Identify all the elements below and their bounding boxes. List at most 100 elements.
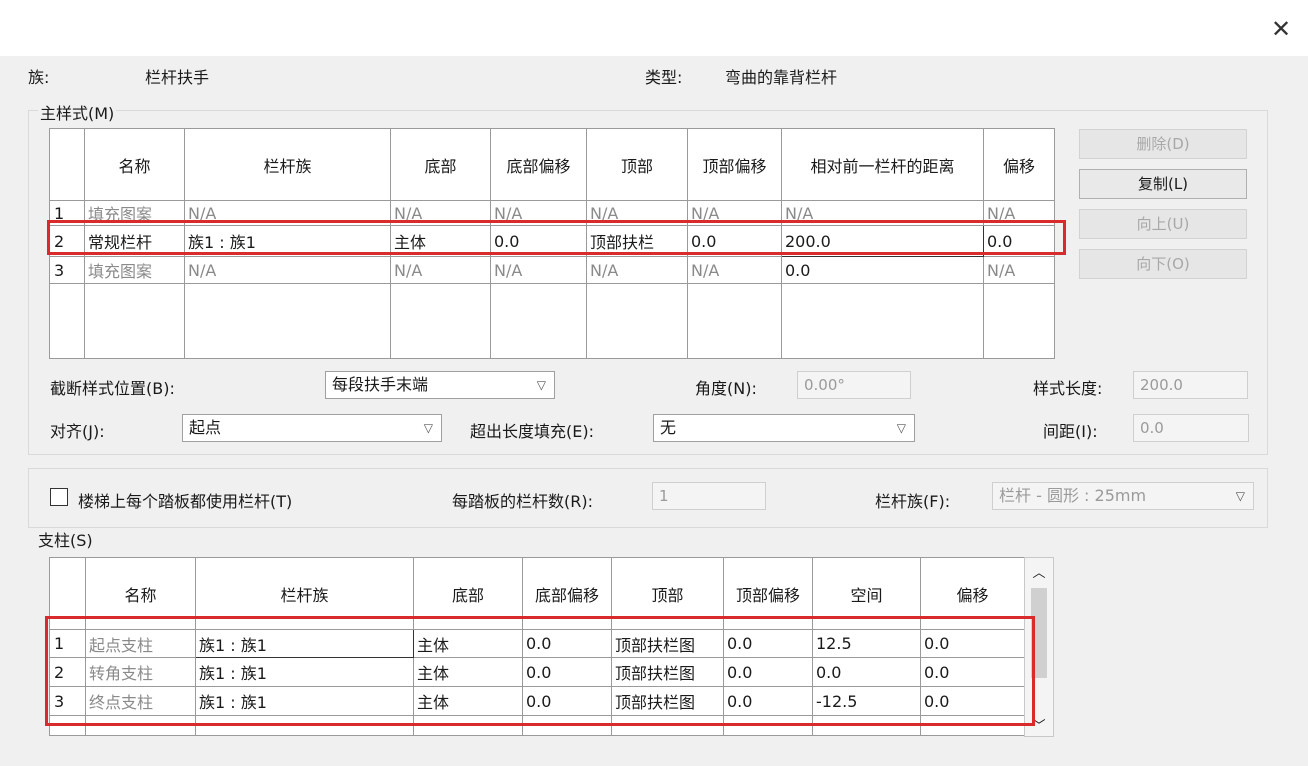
table-row[interactable]: 2 常规栏杆 族1 : 族1 主体 0.0 顶部扶栏 0.0 200.0 0.0 [49,225,1055,257]
column-header[interactable]: 顶部偏移 [723,557,813,630]
cell-bottom-offset[interactable]: 0.0 [522,629,612,658]
column-header[interactable]: 顶部 [611,557,724,630]
cell-bottom-offset[interactable]: 0.0 [522,657,612,687]
cell-name[interactable]: 填充图案 [84,200,185,226]
cell-top[interactable]: 顶部扶栏 [586,225,688,257]
cell-top[interactable]: N/A [586,256,688,284]
column-header[interactable]: 栏杆族 [184,128,391,201]
table-row[interactable]: 1 起点支柱 族1 : 族1 主体 0.0 顶部扶栏图 0.0 12.5 0.0 [49,629,1025,658]
chevron-down-icon: ▽ [896,421,906,435]
cell-offset[interactable]: 0.0 [983,225,1055,257]
cell-family[interactable]: N/A [184,256,391,284]
column-header[interactable]: 空间 [812,557,921,630]
cell-offset[interactable]: 0.0 [920,657,1025,687]
pattern-length-field[interactable]: 200.0 [1133,371,1248,399]
posts-scrollbar[interactable]: ︿ ﹀ [1024,557,1054,737]
cell-bottom-offset[interactable]: 0.0 [490,225,587,257]
table-header-row: 名称 栏杆族 底部 底部偏移 顶部 顶部偏移 空间 偏移 [49,557,1025,630]
per-tread-count-field[interactable]: 1 [652,482,766,510]
cell-family[interactable]: 族1 : 族1 [195,686,414,716]
row-number: 1 [49,629,86,658]
column-header[interactable]: 偏移 [983,128,1055,201]
cell-bottom[interactable]: 主体 [413,629,523,658]
scrollbar-thumb[interactable] [1031,588,1047,678]
cell-space[interactable]: 0.0 [812,657,921,687]
cell-bottom-offset[interactable]: 0.0 [522,686,612,716]
cell-name[interactable]: 常规栏杆 [84,225,185,257]
cell-top-offset[interactable]: 0.0 [687,225,782,257]
cell-distance[interactable]: N/A [781,200,984,226]
column-header[interactable]: 偏移 [920,557,1025,630]
cell-family[interactable]: N/A [184,200,391,226]
cell-top[interactable]: 顶部扶栏图 [611,657,724,687]
cell-family[interactable]: 族1 : 族1 [195,657,414,687]
per-tread-count-label: 每踏板的栏杆数(R): [452,492,593,511]
cell-family[interactable]: 族1 : 族1 [184,225,391,257]
per-tread-family-select[interactable]: 栏杆 - 圆形 : 25mm ▽ [992,482,1254,510]
cell-distance[interactable]: 200.0 [781,225,984,257]
column-header[interactable]: 顶部偏移 [687,128,782,201]
chevron-down-icon[interactable]: ﹀ [1025,715,1053,734]
cell-space[interactable]: -12.5 [812,686,921,716]
cell-offset[interactable]: N/A [983,200,1055,226]
cell-bottom-offset[interactable]: N/A [490,200,587,226]
cell-family[interactable]: 族1 : 族1 [195,629,414,658]
break-pattern-select[interactable]: 每段扶手末端 ▽ [325,371,555,399]
table-row[interactable]: 3 填充图案 N/A N/A N/A N/A N/A 0.0 N/A [49,256,1055,284]
cell-bottom[interactable]: N/A [390,200,491,226]
cell-offset[interactable]: 0.0 [920,629,1025,658]
table-row[interactable]: 1 填充图案 N/A N/A N/A N/A N/A N/A N/A [49,200,1055,226]
delete-button[interactable]: 删除(D) [1079,129,1247,159]
column-header[interactable]: 顶部 [586,128,688,201]
spacing-field[interactable]: 0.0 [1133,414,1249,442]
type-label: 类型: [645,68,683,87]
cell-offset[interactable]: 0.0 [920,686,1025,716]
column-header[interactable]: 底部偏移 [522,557,612,630]
spacing-label: 间距(I): [1043,422,1098,441]
cell-top[interactable]: 顶部扶栏图 [611,686,724,716]
excess-fill-select[interactable]: 无 ▽ [653,414,915,442]
column-header[interactable]: 相对前一栏杆的距离 [781,128,984,201]
column-header[interactable]: 栏杆族 [195,557,414,630]
cell-bottom[interactable]: 主体 [413,657,523,687]
cell-name[interactable]: 填充图案 [84,256,185,284]
posts-table: 名称 栏杆族 底部 底部偏移 顶部 顶部偏移 空间 偏移 1 起点支柱 族1 :… [49,557,1025,736]
move-down-button[interactable]: 向下(O) [1079,249,1247,279]
empty-table-row [49,715,1025,736]
cell-top-offset[interactable]: 0.0 [723,629,813,658]
column-header[interactable]: 底部偏移 [490,128,587,201]
cell-bottom[interactable]: 主体 [413,686,523,716]
table-row[interactable]: 3 终点支柱 族1 : 族1 主体 0.0 顶部扶栏图 0.0 -12.5 0.… [49,686,1025,716]
cell-top-offset[interactable]: 0.0 [723,686,813,716]
cell-bottom[interactable]: N/A [390,256,491,284]
cell-top-offset[interactable]: N/A [687,200,782,226]
column-header[interactable]: 底部 [390,128,491,201]
column-header[interactable]: 底部 [413,557,523,630]
cell-top[interactable]: 顶部扶栏图 [611,629,724,658]
table-row[interactable]: 2 转角支柱 族1 : 族1 主体 0.0 顶部扶栏图 0.0 0.0 0.0 [49,657,1025,687]
copy-button[interactable]: 复制(L) [1079,169,1247,199]
justify-label: 对齐(J): [50,422,105,441]
cell-name[interactable]: 起点支柱 [85,629,196,658]
cell-top-offset[interactable]: 0.0 [723,657,813,687]
cell-space[interactable]: 12.5 [812,629,921,658]
justify-select[interactable]: 起点 ▽ [182,414,442,442]
chevron-up-icon[interactable]: ︿ [1025,562,1053,581]
cell-top[interactable]: N/A [586,200,688,226]
main-pattern-label: 主样式(M) [38,100,117,124]
move-up-button[interactable]: 向上(U) [1079,209,1247,239]
cell-name[interactable]: 转角支柱 [85,657,196,687]
angle-field[interactable]: 0.00° [797,371,911,399]
cell-offset[interactable]: N/A [983,256,1055,284]
column-header[interactable]: 名称 [84,128,185,201]
close-icon[interactable]: ✕ [1266,14,1296,44]
cell-distance[interactable]: 0.0 [781,256,984,284]
break-pattern-value: 每段扶手末端 [332,375,429,394]
cell-name[interactable]: 终点支柱 [85,686,196,716]
cell-bottom[interactable]: 主体 [390,225,491,257]
table-header-row: 名称 栏杆族 底部 底部偏移 顶部 顶部偏移 相对前一栏杆的距离 偏移 [49,128,1055,201]
per-tread-checkbox[interactable] [50,488,68,506]
column-header[interactable]: 名称 [85,557,196,630]
cell-bottom-offset[interactable]: N/A [490,256,587,284]
cell-top-offset[interactable]: N/A [687,256,782,284]
